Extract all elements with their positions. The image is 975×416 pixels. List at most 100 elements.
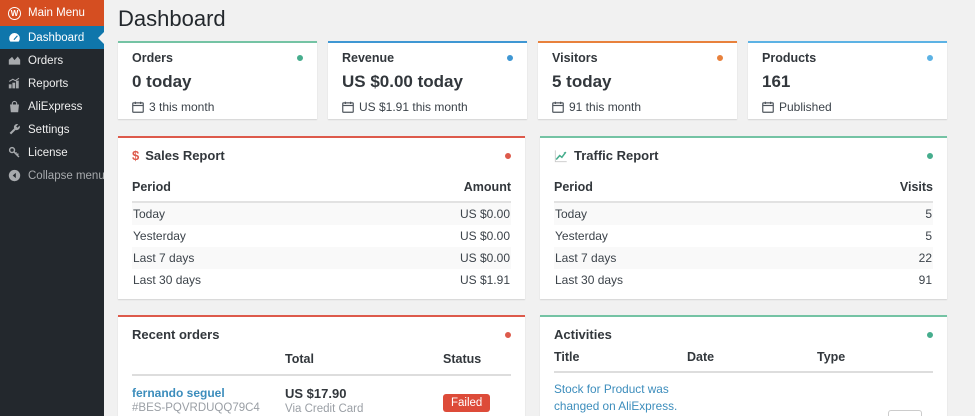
dashboard-gauge-icon [7,31,22,45]
table-row: Last 7 days 22 [554,247,933,269]
panel-title: Activities [554,327,612,342]
column-header: Period [132,180,171,194]
order-payment-method: Via Credit Card [285,403,364,415]
period-cell: Last 30 days [555,273,624,287]
ring-icon[interactable] [927,55,933,61]
card-sub-text: 3 this month [149,100,215,114]
period-cell: Today [555,207,588,221]
ring-icon[interactable] [927,152,933,159]
card-value: 5 today [552,72,612,91]
wrench-icon [7,123,22,137]
table-row: Last 30 days 91 [554,269,933,291]
order-total-cell: US $17.90 Via Credit Card [285,386,443,416]
sidebar-item-label: Collapse menu [28,169,105,182]
area-chart-icon [7,54,22,68]
card-sub-text: Published [779,100,832,114]
card-sub-text: 91 this month [569,100,642,114]
orders-stat-card: Orders 0 today 3 this month [118,41,317,119]
sidebar-item-main-menu[interactable]: W Main Menu [0,0,104,26]
bottom-row: Recent orders Total Status fernando segu… [118,315,947,416]
activity-title-cell: Stock for Product was changed on AliExpr… [554,381,687,416]
sidebar-item-label: Reports [28,77,69,90]
panel-title: Sales Report [145,148,225,163]
view-activity-button[interactable] [888,410,922,416]
ring-icon[interactable] [505,152,511,159]
traffic-report-panel: Traffic Report Period Visits Today 5 Yes… [540,136,947,299]
sidebar-item-collapse-menu[interactable]: Collapse menu [0,164,105,187]
sidebar-item-label: Settings [28,123,70,136]
card-value: US $0.00 today [342,72,463,91]
traffic-report-table: Period Visits Today 5 Yesterday 5 Last 7… [554,176,933,291]
activity-row: Stock for Product was changed on AliExpr… [554,373,933,416]
column-header: Total [285,352,314,366]
sidebar-item-label: Dashboard [28,31,85,44]
amount-cell: US $0.00 [459,229,510,243]
column-header: Status [443,352,482,366]
activity-link[interactable]: Stock for Product was changed on AliExpr… [554,382,677,416]
column-header: Amount [463,180,511,194]
key-icon [7,146,22,160]
sidebar-item-label: License [28,146,68,159]
sidebar-item-aliexpress[interactable]: AliExpress [0,95,104,118]
sidebar-item-dashboard[interactable]: Dashboard [0,26,104,49]
ring-icon[interactable] [505,331,511,338]
order-id: #BES-PQVRDUQQ79C4 [132,402,260,414]
revenue-stat-card: Revenue US $0.00 today US $1.91 this mon… [328,41,527,119]
column-header: Period [554,180,593,194]
amount-cell: US $0.00 [459,207,510,221]
recent-orders-panel: Recent orders Total Status fernando segu… [118,315,525,416]
amount-cell: US $0.00 [459,251,510,265]
card-title: Visitors [552,51,598,65]
table-row: Yesterday US $0.00 [132,225,511,247]
amount-cell: US $1.91 [459,273,510,287]
period-cell: Yesterday [555,229,608,243]
period-cell: Last 7 days [555,251,617,265]
sidebar-item-orders[interactable]: Orders [0,49,104,72]
period-cell: Last 7 days [133,251,195,265]
card-value: 161 [762,72,791,91]
table-row: Last 30 days US $1.91 [132,269,511,291]
ring-icon[interactable] [717,55,723,61]
ring-icon[interactable] [297,55,303,61]
sales-report-panel: $ Sales Report Period Amount Today US $0… [118,136,525,299]
card-title: Orders [132,51,173,65]
period-cell: Yesterday [133,229,186,243]
main-content: Dashboard Orders 0 today 3 this month Re… [104,0,975,416]
activities-column-headers: Title Date Type [554,342,933,373]
sidebar-item-label: Orders [28,54,64,67]
card-title: Revenue [342,51,395,65]
calendar-icon [762,101,774,113]
order-total: US $17.90 [285,386,347,401]
visits-cell: 5 [925,207,932,221]
card-sub-text: US $1.91 this month [359,100,468,114]
status-badge: Failed [443,394,491,412]
admin-sidebar: W Main Menu Dashboard Orders Reports Ali… [0,0,105,416]
sidebar-item-reports[interactable]: Reports [0,72,104,95]
page-title: Dashboard [118,6,226,31]
visits-cell: 5 [925,229,932,243]
activities-panel: Activities Title Date Type Stock for Pro… [540,315,947,416]
ring-icon[interactable] [507,55,513,61]
ring-icon[interactable] [927,331,933,338]
card-value: 0 today [132,72,192,91]
orders-column-headers: Total Status [132,342,511,376]
reports-row: $ Sales Report Period Amount Today US $0… [118,136,947,299]
table-row: Last 7 days US $0.00 [132,247,511,269]
calendar-icon [342,101,354,113]
column-header: Title [554,350,580,364]
order-row: fernando seguel #BES-PQVRDUQQ79C4 Feb, 2… [132,376,511,416]
column-header: Date [687,350,715,364]
wordpress-icon: W [7,6,22,20]
table-row: Today US $0.00 [132,203,511,225]
calendar-icon [132,101,144,113]
customer-link[interactable]: fernando seguel [132,386,225,400]
collapse-arrow-icon [7,169,22,183]
dollar-icon: $ [132,148,140,163]
sidebar-item-license[interactable]: License [0,141,104,164]
table-row: Yesterday 5 [554,225,933,247]
sidebar-item-settings[interactable]: Settings [0,118,104,141]
column-header: Type [817,350,846,364]
period-cell: Today [133,207,166,221]
sidebar-item-label: Main Menu [28,7,85,19]
order-customer-cell: fernando seguel #BES-PQVRDUQQ79C4 Feb, 2… [132,386,285,416]
